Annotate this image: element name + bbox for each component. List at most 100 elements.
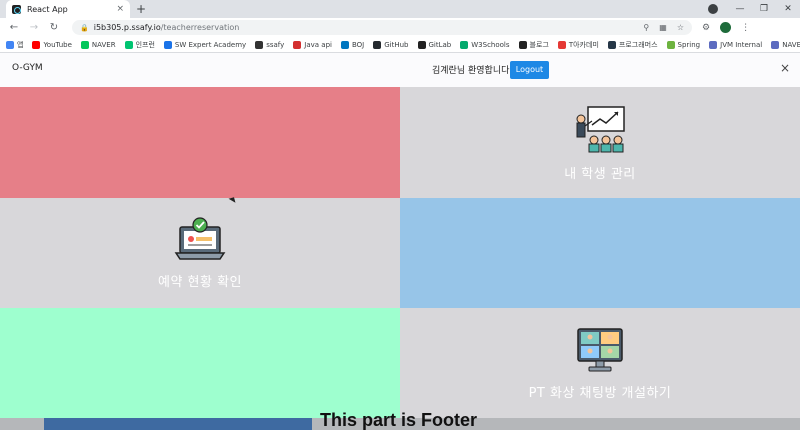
- brand-logo[interactable]: O-GYM: [12, 63, 43, 73]
- presentation-icon: [574, 103, 626, 155]
- bookmark-item[interactable]: Java api: [293, 40, 332, 49]
- bookmark-favicon-icon: [163, 40, 172, 49]
- bookmark-label: ssafy: [266, 40, 285, 49]
- bookmark-label: JVM Internal: [720, 40, 763, 49]
- bookmark-label: SW Expert Academy: [174, 40, 247, 49]
- bookmark-item[interactable]: W3Schools: [460, 40, 510, 49]
- welcome-message: 김계란님 환영합니다: [432, 66, 510, 76]
- new-tab-button[interactable]: +: [134, 1, 148, 17]
- bookmark-label: YouTube: [43, 40, 72, 49]
- bookmark-favicon-icon: [460, 40, 469, 49]
- laptop-check-icon: [174, 216, 226, 263]
- extensions-puzzle-icon[interactable]: ⚙: [702, 23, 710, 33]
- extension-area: ⚙ ⋮: [702, 22, 750, 33]
- bookmark-favicon-icon: [293, 40, 302, 49]
- bookmark-favicon-icon: [80, 40, 89, 49]
- bookmark-item[interactable]: 프로그래머스: [607, 40, 658, 50]
- minimize-icon[interactable]: —: [728, 4, 752, 14]
- bookmark-favicon-icon: [709, 40, 718, 49]
- bookmark-label: Spring: [677, 40, 701, 49]
- menu-grid: 내 학생 관리 예약 현황 확인 PT 화상 채팅방 개설하기: [0, 87, 800, 418]
- bookmark-item[interactable]: Spring: [666, 40, 701, 49]
- profile-avatar[interactable]: [720, 22, 732, 33]
- bookmark-item[interactable]: GitHub: [373, 40, 409, 49]
- bookmark-label: Java api: [304, 40, 332, 49]
- bookmarks-bar: 앱 YouTube NAVER 인프런 SW Expert Academy ssafy Ja…: [0, 37, 800, 53]
- tile-label: 예약 현황 확인: [157, 274, 243, 290]
- key-icon[interactable]: ⚲: [643, 23, 649, 32]
- tile-reservation-status[interactable]: 예약 현황 확인: [0, 198, 400, 308]
- bookmark-item[interactable]: 블로그: [518, 40, 549, 50]
- bookmark-label: GitHub: [384, 40, 409, 49]
- bookmark-item[interactable]: 앱: [6, 40, 23, 50]
- tile-label: 내 학생 관리: [564, 167, 636, 182]
- browser-toolbar: ← → ↻ 🔒 i5b305.p.ssafy.io/teacherreserva…: [0, 18, 800, 37]
- bookmark-item[interactable]: T아카데미: [557, 40, 599, 50]
- bookmark-favicon-icon: [124, 40, 133, 49]
- tab-title: React App: [27, 4, 68, 14]
- media-icon[interactable]: [708, 4, 718, 14]
- web-page: O-GYM 김계란님 환영합니다 Logout × 내 학생 관리 예약 현황 …: [0, 53, 800, 430]
- bookmark-label: 블로그: [529, 40, 549, 49]
- maximize-icon[interactable]: ❐: [752, 4, 776, 14]
- tile-label: PT 화상 채팅방 개설하기: [528, 385, 672, 401]
- video-conference-icon: [575, 326, 625, 374]
- bookmark-label: 앱: [17, 40, 24, 49]
- tab-close-icon[interactable]: ×: [116, 4, 124, 14]
- bookmark-favicon-icon: [373, 40, 382, 49]
- bookmark-label: W3Schools: [471, 40, 510, 49]
- bookmark-label: BOJ: [351, 40, 365, 49]
- reload-icon[interactable]: ↻: [46, 22, 62, 33]
- bookmark-favicon-icon: [255, 40, 264, 49]
- back-icon[interactable]: ←: [6, 22, 22, 33]
- bookmark-label: 프로그래머스: [618, 40, 658, 49]
- address-bar[interactable]: 🔒 i5b305.p.ssafy.io/teacherreservation ⚲…: [72, 20, 692, 35]
- app-navbar: O-GYM 김계란님 환영합니다 Logout ×: [0, 53, 800, 87]
- bookmark-favicon-icon: [771, 40, 780, 49]
- bookmark-label: 인프런: [135, 40, 155, 49]
- bookmark-star-icon[interactable]: ☆: [677, 23, 684, 32]
- url-host: i5b305.p.ssafy.io: [93, 23, 161, 32]
- footer-bar: [44, 418, 312, 430]
- bookmark-item[interactable]: 인프런: [124, 40, 155, 50]
- bookmark-item[interactable]: ssafy: [255, 40, 285, 49]
- translate-icon[interactable]: ▦: [659, 23, 667, 32]
- bookmark-favicon-icon: [417, 40, 426, 49]
- menu-kebab-icon[interactable]: ⋮: [741, 23, 750, 33]
- footer-text: This part is Footer: [320, 410, 478, 430]
- bookmark-label: NAVER D2: [782, 40, 800, 49]
- page-footer: This part is Footer: [0, 410, 800, 430]
- bookmark-label: T아카데미: [568, 40, 599, 49]
- browser-tab[interactable]: React App ×: [6, 0, 130, 18]
- window-controls: — ❐ ✕: [708, 0, 800, 18]
- tile-empty-green[interactable]: [0, 308, 400, 418]
- tile-empty-red[interactable]: [0, 87, 400, 198]
- bookmark-favicon-icon: [518, 40, 527, 49]
- react-favicon-icon: [12, 4, 21, 14]
- bookmark-label: NAVER: [91, 40, 116, 49]
- bookmark-item[interactable]: JVM Internal: [709, 40, 763, 49]
- tile-pt-video-chat[interactable]: PT 화상 채팅방 개설하기: [400, 308, 800, 418]
- browser-tabstrip: React App × + — ❐ ✕: [0, 0, 800, 18]
- tile-student-management[interactable]: 내 학생 관리: [400, 87, 800, 198]
- bookmark-favicon-icon: [340, 40, 349, 49]
- logout-button[interactable]: Logout: [510, 61, 549, 79]
- bookmark-favicon-icon: [557, 40, 566, 49]
- bookmark-item[interactable]: BOJ: [340, 40, 365, 49]
- lock-icon[interactable]: 🔒: [80, 24, 89, 32]
- bookmark-favicon-icon: [6, 40, 14, 49]
- forward-icon[interactable]: →: [26, 22, 42, 33]
- window-close-icon[interactable]: ✕: [776, 4, 800, 14]
- bookmark-item[interactable]: YouTube: [32, 40, 72, 49]
- bookmark-favicon-icon: [666, 40, 675, 49]
- close-icon[interactable]: ×: [780, 61, 790, 75]
- bookmark-favicon-icon: [607, 40, 616, 49]
- bookmark-item[interactable]: SW Expert Academy: [163, 40, 247, 49]
- bookmark-label: GitLab: [428, 40, 452, 49]
- bookmark-item[interactable]: NAVER D2: [771, 40, 800, 49]
- bookmark-item[interactable]: NAVER: [80, 40, 116, 49]
- bookmark-favicon-icon: [32, 40, 41, 49]
- tile-empty-blue[interactable]: [400, 198, 800, 308]
- url-path: /teacherreservation: [160, 23, 240, 32]
- bookmark-item[interactable]: GitLab: [417, 40, 452, 49]
